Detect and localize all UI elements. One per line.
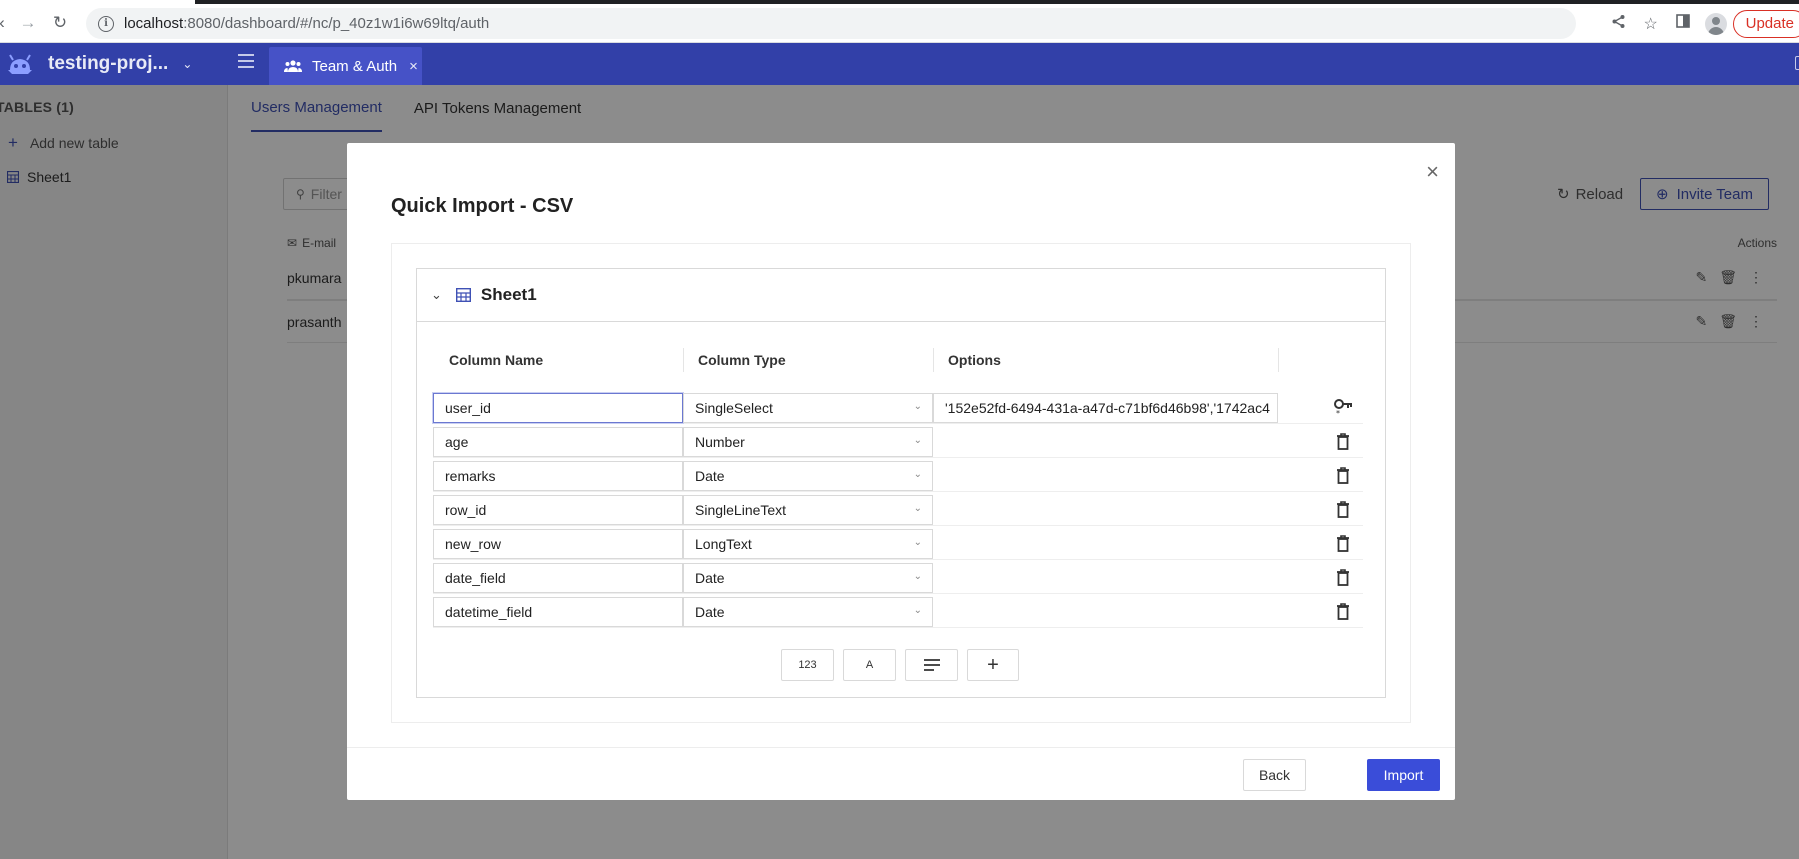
- project-name: testing-proj...: [48, 53, 169, 74]
- column-name-input[interactable]: datetime_field: [433, 597, 683, 627]
- column-name-input[interactable]: new_row: [433, 529, 683, 559]
- svg-text:*: *: [1336, 409, 1340, 417]
- add-text-column-button[interactable]: A: [843, 649, 896, 681]
- trash-icon[interactable]: [1333, 499, 1353, 519]
- field-row: row_id SingleLineText ⌄: [433, 494, 1363, 526]
- column-name-input[interactable]: age: [433, 427, 683, 457]
- add-column-button[interactable]: +: [967, 649, 1019, 681]
- field-row: remarks Date ⌄: [433, 460, 1363, 492]
- column-name-input[interactable]: user_id: [433, 393, 683, 423]
- modal-title: Quick Import - CSV: [391, 195, 574, 217]
- trash-icon[interactable]: [1333, 567, 1353, 587]
- chevron-down-icon: ⌄: [913, 435, 922, 446]
- align-left-icon: [923, 659, 940, 671]
- field-row: new_row LongText ⌄: [433, 528, 1363, 560]
- team-icon: [284, 60, 302, 72]
- app-header: testing-proj... ⌄ Team & Auth ×: [0, 43, 1799, 85]
- column-type-select[interactable]: Date ⌄: [683, 563, 933, 593]
- column-type-select[interactable]: Number ⌄: [683, 427, 933, 457]
- column-name-input[interactable]: remarks: [433, 461, 683, 491]
- nocodb-logo-icon: [8, 54, 32, 74]
- add-longtext-column-button[interactable]: [905, 649, 958, 681]
- columns-header: Column Name Column Type Options: [433, 348, 1353, 382]
- profile-avatar-icon[interactable]: [1704, 12, 1727, 35]
- column-name-input[interactable]: row_id: [433, 495, 683, 525]
- reload-icon[interactable]: ↻: [46, 8, 74, 38]
- column-type-select[interactable]: SingleLineText ⌄: [683, 495, 933, 525]
- chevron-down-icon: ⌄: [913, 571, 922, 582]
- options-input[interactable]: '152e52fd-6494-431a-a47d-c71bf6d46b98','…: [933, 393, 1278, 423]
- add-column-buttons: 123 A +: [781, 649, 1019, 681]
- chevron-down-icon: ⌄: [913, 503, 922, 514]
- chevron-down-icon: ⌄: [913, 401, 922, 412]
- hamburger-menu-icon[interactable]: [238, 54, 254, 68]
- column-type-header: Column Type: [698, 352, 786, 368]
- modal-body: ⌄ Sheet1 Column Name Column Type Options…: [391, 243, 1411, 723]
- column-name-input[interactable]: date_field: [433, 563, 683, 593]
- back-button[interactable]: Back: [1243, 759, 1306, 791]
- column-type-select[interactable]: Date ⌄: [683, 461, 933, 491]
- close-icon[interactable]: ×: [409, 58, 418, 75]
- field-row: datetime_field Date ⌄: [433, 596, 1363, 628]
- panel-toggle-icon[interactable]: [1795, 56, 1799, 70]
- chevron-down-icon: ⌄: [913, 605, 922, 616]
- trash-icon[interactable]: [1333, 465, 1353, 485]
- trash-icon[interactable]: [1333, 431, 1353, 451]
- url-text: localhost:8080/dashboard/#/nc/p_40z1w1i6…: [124, 15, 490, 32]
- column-name-header: Column Name: [449, 352, 544, 368]
- browser-toolbar: ‹ → ↻ i localhost:8080/dashboard/#/nc/p_…: [0, 4, 1799, 43]
- modal-footer: Back Import: [347, 747, 1455, 800]
- chevron-down-icon[interactable]: ⌄: [182, 57, 192, 71]
- tab-team-auth[interactable]: Team & Auth ×: [269, 47, 422, 85]
- chevron-down-icon: ⌄: [913, 469, 922, 480]
- column-type-select[interactable]: SingleSelect ⌄: [683, 393, 933, 423]
- column-type-select[interactable]: Date ⌄: [683, 597, 933, 627]
- field-row: user_id SingleSelect ⌄ '152e52fd-6494-431a-…: [433, 392, 1363, 424]
- sheet-panel-header[interactable]: ⌄ Sheet1: [417, 269, 1385, 322]
- sheet-name: Sheet1: [480, 285, 537, 304]
- options-header: Options: [948, 352, 1001, 368]
- bookmark-star-icon[interactable]: ☆: [1635, 14, 1667, 34]
- share-icon[interactable]: [1603, 14, 1635, 34]
- import-button[interactable]: Import: [1367, 759, 1440, 791]
- field-row: age Number ⌄: [433, 426, 1363, 458]
- table-grid-icon: [455, 288, 471, 302]
- sheet-panel: ⌄ Sheet1 Column Name Column Type Options…: [416, 268, 1386, 698]
- tab-label: Team & Auth: [312, 57, 398, 75]
- update-button[interactable]: Update: [1732, 9, 1799, 38]
- side-panel-icon[interactable]: [1667, 14, 1699, 33]
- trash-icon[interactable]: [1333, 533, 1353, 553]
- address-bar[interactable]: i localhost:8080/dashboard/#/nc/p_40z1w1…: [86, 8, 1576, 39]
- chevron-down-icon[interactable]: ⌄: [431, 287, 442, 303]
- quick-import-modal: × Quick Import - CSV ⌄ Sheet1 Column Nam…: [347, 143, 1455, 800]
- site-info-icon[interactable]: i: [98, 15, 114, 32]
- trash-icon[interactable]: [1333, 601, 1353, 621]
- add-number-column-button[interactable]: 123: [781, 649, 834, 681]
- project-switcher[interactable]: testing-proj... ⌄: [0, 43, 192, 85]
- forward-arrow-icon[interactable]: →: [14, 8, 42, 38]
- chevron-down-icon: ⌄: [913, 537, 922, 548]
- field-row: date_field Date ⌄: [433, 562, 1363, 594]
- back-arrow-icon[interactable]: ‹: [0, 8, 10, 38]
- key-icon[interactable]: *: [1333, 397, 1353, 418]
- close-icon[interactable]: ×: [1426, 161, 1439, 183]
- column-type-select[interactable]: LongText ⌄: [683, 529, 933, 559]
